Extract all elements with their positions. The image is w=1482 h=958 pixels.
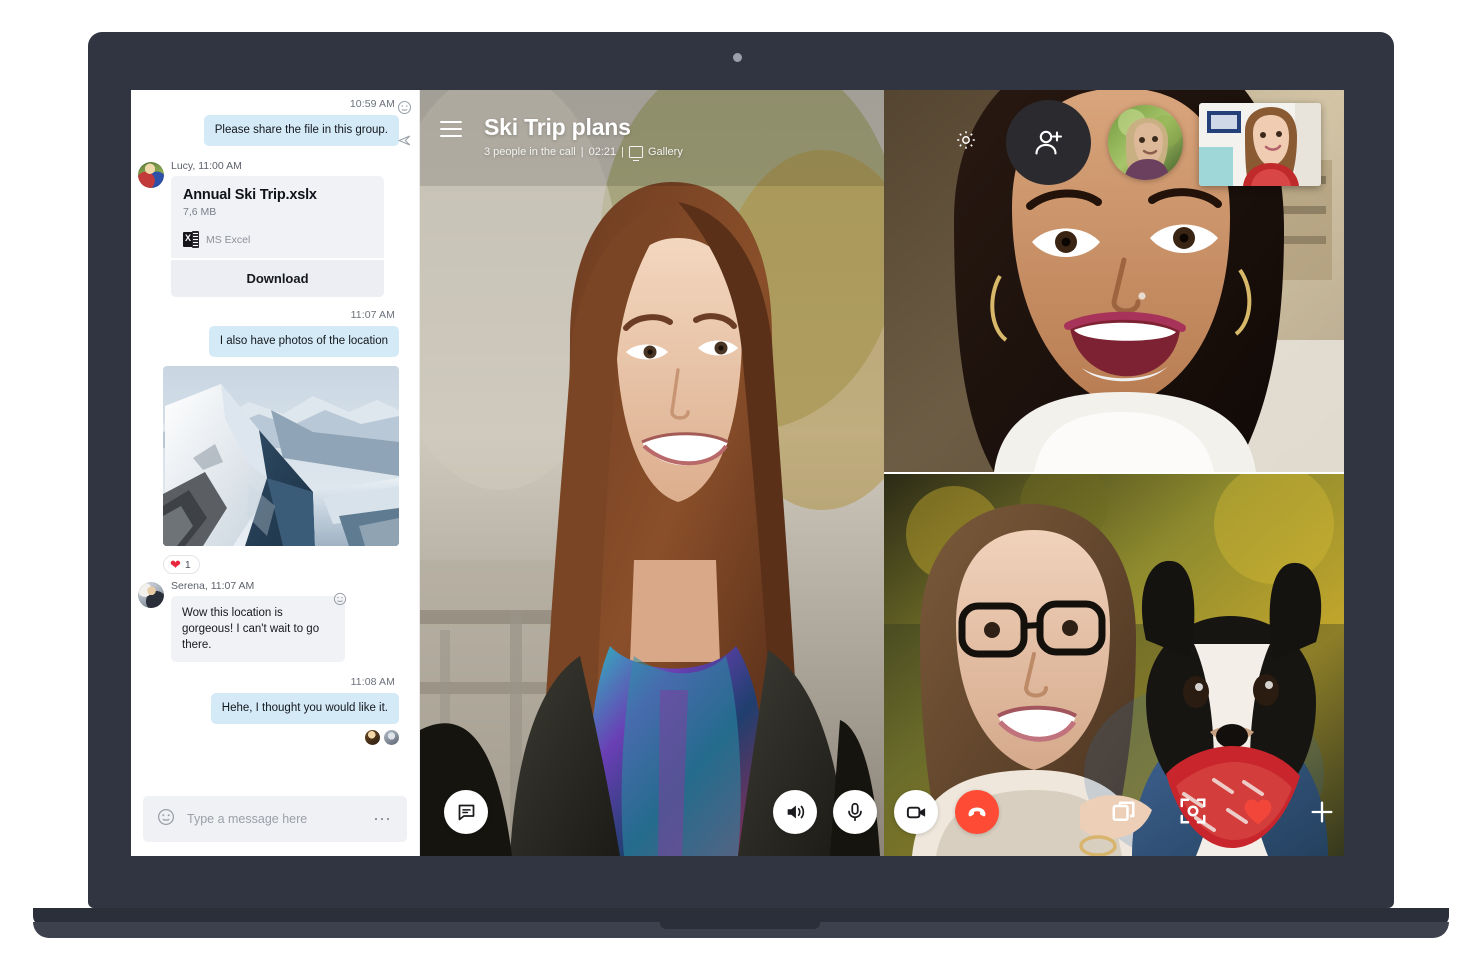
excel-icon	[183, 231, 199, 248]
file-name: Annual Ski Trip.xslx	[183, 187, 317, 203]
message-row-incoming: Lucy, 11:00 AM Annual Ski Trip.xslx 7,6 …	[138, 100, 412, 297]
message-bubble: Hehe, I thought you would like it.	[210, 693, 399, 724]
download-button[interactable]: Download	[171, 258, 384, 297]
call-title-block: Ski Trip plans 3 people in the call | 02…	[484, 114, 683, 162]
separator: |	[621, 146, 624, 158]
message-timestamp: 10:59 AM	[349, 98, 395, 110]
camera-button[interactable]	[894, 790, 938, 834]
add-reaction-button[interactable]	[1308, 798, 1336, 831]
file-size: 7,6 MB	[183, 206, 217, 218]
forward-icon[interactable]	[397, 133, 419, 152]
speaker-icon	[787, 805, 805, 819]
reaction-count: 1	[184, 558, 191, 571]
snapshot-icon	[1180, 798, 1206, 824]
heart-icon: ❤	[170, 557, 181, 572]
avatar	[138, 582, 164, 608]
video-call-area: Ski Trip plans 3 people in the call | 02…	[420, 90, 1344, 856]
message-list[interactable]: 10:59 AM Please share the file in this g…	[131, 90, 419, 796]
file-app-label: MS Excel	[206, 233, 251, 246]
message-text: Wow this location is gorgeous! I can't w…	[182, 607, 320, 651]
snapshot-button[interactable]	[1178, 796, 1208, 831]
message-row-outgoing: I also have photos of the location	[143, 326, 407, 357]
emoji-icon[interactable]	[397, 100, 419, 119]
page-title: Ski Trip plans	[484, 114, 631, 140]
message-composer[interactable]: Type a message here ⋯	[143, 796, 407, 842]
share-screen-button[interactable]	[1110, 796, 1140, 831]
heart-icon	[1244, 799, 1272, 825]
plus-icon	[1311, 801, 1333, 823]
message-timestamp: 11:08 AM	[350, 676, 395, 688]
message-row-incoming: Serena, 11:07 AM Wow this location is go…	[138, 580, 407, 662]
participants-count: 3 people in the call	[484, 146, 576, 158]
main-video-tile[interactable]: Ski Trip plans 3 people in the call | 02…	[420, 90, 884, 856]
message-bubble: Wow this location is gorgeous! I can't w…	[171, 592, 347, 662]
add-person-icon	[1034, 130, 1062, 155]
react-heart-button[interactable]	[1242, 796, 1274, 831]
video-tile-column	[884, 90, 1344, 856]
microphone-icon	[848, 802, 862, 822]
separator: |	[580, 146, 584, 158]
call-header: Ski Trip plans 3 people in the call | 02…	[420, 90, 884, 176]
speaker-button[interactable]	[773, 790, 817, 834]
call-controls-bar	[420, 790, 1344, 838]
message-reaction[interactable]: ❤ 1	[163, 555, 200, 574]
read-receipts	[143, 730, 407, 745]
photo-attachment[interactable]	[163, 366, 399, 546]
laptop-device: 10:59 AM Please share the file in this g…	[0, 0, 1482, 958]
message-timestamp: 11:07 AM	[350, 309, 395, 321]
file-card-body: Annual Ski Trip.xslx 7,6 MB MS Excel	[171, 176, 384, 258]
webcam-dot	[733, 53, 742, 62]
emoji-icon[interactable]	[157, 808, 175, 831]
message-row-outgoing: Hehe, I thought you would like it.	[143, 693, 407, 724]
avatar	[384, 730, 399, 745]
view-mode-label[interactable]: Gallery	[648, 146, 683, 158]
emoji-icon[interactable]	[333, 592, 347, 611]
message-input[interactable]: Type a message here	[187, 812, 373, 826]
participant-thumbnail-circle[interactable]	[1108, 105, 1183, 180]
chat-panel: 10:59 AM Please share the file in this g…	[131, 90, 420, 856]
self-view-thumbnail[interactable]	[1199, 103, 1321, 186]
microphone-button[interactable]	[833, 790, 877, 834]
chat-toggle-button[interactable]	[444, 790, 488, 834]
call-subtitle: 3 people in the call | 02:21 | Gallery	[484, 146, 683, 162]
hamburger-menu-icon[interactable]	[440, 121, 462, 142]
file-type-row: MS Excel	[183, 231, 372, 248]
message-sender: Lucy, 11:00 AM	[171, 160, 242, 172]
avatar	[365, 730, 380, 745]
screen-icon	[628, 146, 643, 162]
end-call-button[interactable]	[955, 790, 999, 834]
message-bubble: Please share the file in this group.	[203, 115, 399, 146]
call-top-controls	[924, 90, 1344, 210]
add-person-button[interactable]	[1006, 100, 1091, 185]
video-camera-icon	[906, 806, 925, 818]
settings-button[interactable]	[954, 128, 978, 152]
avatar	[138, 162, 164, 188]
file-attachment-card[interactable]: Annual Ski Trip.xslx 7,6 MB MS Excel Dow…	[171, 176, 384, 297]
message-bubble: I also have photos of the location	[208, 326, 399, 357]
hang-up-icon	[968, 807, 986, 817]
laptop-base-notch	[660, 922, 820, 929]
chat-bubble-icon	[458, 804, 474, 820]
call-duration: 02:21	[588, 146, 617, 158]
app-screen: 10:59 AM Please share the file in this g…	[131, 90, 1344, 856]
message-sender: Serena, 11:07 AM	[171, 580, 255, 592]
message-actions	[397, 100, 419, 166]
share-screen-icon	[1112, 801, 1135, 821]
message-row-outgoing: Please share the file in this group.	[143, 115, 407, 146]
gear-icon	[957, 131, 975, 149]
